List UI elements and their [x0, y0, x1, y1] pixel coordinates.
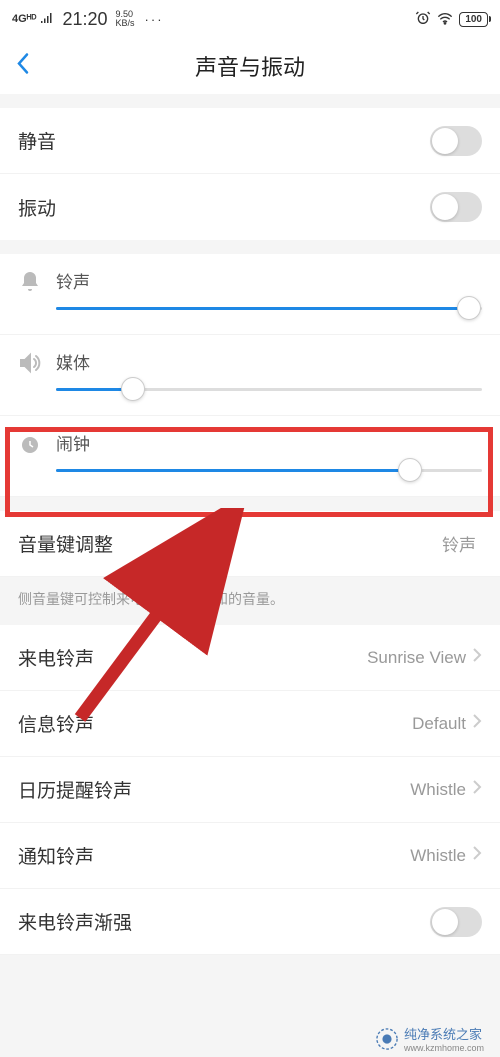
alarm-slider[interactable]: [56, 469, 482, 472]
battery-indicator: 100: [459, 12, 488, 27]
crescendo-label: 来电铃声渐强: [18, 908, 430, 935]
vibrate-label: 振动: [18, 194, 430, 221]
notify-ringtone-label: 通知铃声: [18, 842, 410, 869]
page-title: 声音与振动: [195, 50, 305, 82]
status-bar: 4Gᴴᴰ 21:20 9.50KB/s ··· 100: [0, 0, 500, 38]
chevron-right-icon: [472, 845, 482, 866]
ring-slider-label: 铃声: [56, 268, 482, 293]
watermark-icon: [376, 1028, 398, 1050]
crescendo-row: 来电铃声渐强: [0, 889, 500, 955]
ringtone-slider-section: 铃声: [0, 254, 500, 335]
watermark: 纯净系统之家 www.kzmhome.com: [376, 1024, 484, 1053]
message-ringtone-row[interactable]: 信息铃声 Default: [0, 691, 500, 757]
clock-icon: [18, 430, 56, 461]
volume-key-row[interactable]: 音量键调整 铃声: [0, 511, 500, 577]
mute-label: 静音: [18, 127, 430, 154]
alarm-icon: [415, 10, 431, 29]
calendar-ringtone-row[interactable]: 日历提醒铃声 Whistle: [0, 757, 500, 823]
calendar-ringtone-label: 日历提醒铃声: [18, 776, 410, 803]
volume-key-hint: 侧音量键可控制来电、信息和通知的音量。: [0, 577, 500, 625]
watermark-url: www.kzmhome.com: [404, 1043, 484, 1053]
incoming-ringtone-value: Sunrise View: [367, 648, 466, 668]
bell-icon: [18, 268, 56, 299]
ring-slider[interactable]: [56, 307, 482, 310]
crescendo-toggle[interactable]: [430, 907, 482, 937]
message-ringtone-value: Default: [412, 714, 466, 734]
incoming-ringtone-label: 来电铃声: [18, 644, 367, 671]
calendar-ringtone-value: Whistle: [410, 780, 466, 800]
media-slider[interactable]: [56, 388, 482, 391]
notify-ringtone-row[interactable]: 通知铃声 Whistle: [0, 823, 500, 889]
media-slider-section: 媒体: [0, 335, 500, 416]
signal-icon: [40, 13, 52, 26]
wifi-icon: [437, 11, 453, 28]
status-dots: ···: [145, 12, 164, 27]
page-header: 声音与振动: [0, 38, 500, 94]
mute-row: 静音: [0, 108, 500, 174]
vibrate-row: 振动: [0, 174, 500, 240]
speaker-icon: [18, 349, 56, 380]
alarm-slider-section: 闹钟: [0, 416, 500, 497]
back-button[interactable]: [16, 52, 30, 81]
chevron-right-icon: [472, 713, 482, 734]
status-time: 21:20: [62, 9, 107, 30]
mute-toggle[interactable]: [430, 126, 482, 156]
message-ringtone-label: 信息铃声: [18, 710, 412, 737]
vibrate-toggle[interactable]: [430, 192, 482, 222]
network-speed: 9.50KB/s: [116, 10, 135, 28]
media-slider-label: 媒体: [56, 349, 482, 374]
chevron-right-icon: [472, 779, 482, 800]
volume-key-value: 铃声: [442, 531, 476, 556]
volume-key-label: 音量键调整: [18, 530, 442, 557]
notify-ringtone-value: Whistle: [410, 846, 466, 866]
incoming-ringtone-row[interactable]: 来电铃声 Sunrise View: [0, 625, 500, 691]
alarm-slider-label: 闹钟: [56, 430, 482, 455]
watermark-brand: 纯净系统之家: [404, 1024, 484, 1043]
chevron-right-icon: [472, 647, 482, 668]
network-indicator: 4Gᴴᴰ: [12, 13, 36, 25]
